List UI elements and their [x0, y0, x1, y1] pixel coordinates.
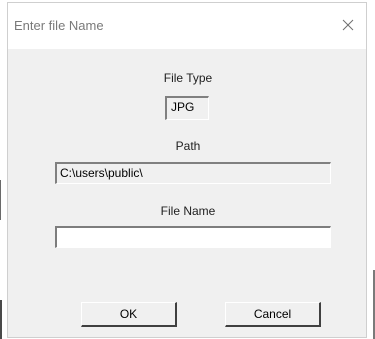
screen: Enter file Name File Type JPG Path C:\us… [0, 0, 375, 339]
file-type-label: File Type [163, 71, 213, 85]
ok-button[interactable]: OK [81, 302, 177, 327]
background-edge-left-lower [0, 300, 2, 339]
close-button[interactable] [334, 11, 362, 39]
path-label: Path [175, 139, 201, 153]
path-value: C:\users\public\ [55, 162, 331, 184]
file-name-input[interactable] [55, 226, 331, 248]
file-type-value: JPG [165, 96, 209, 120]
cancel-button[interactable]: Cancel [225, 302, 321, 327]
enter-file-name-dialog: Enter file Name File Type JPG Path C:\us… [7, 2, 367, 338]
dialog-title: Enter file Name [14, 18, 104, 33]
background-edge-left [0, 180, 1, 220]
close-icon [342, 19, 354, 31]
file-name-label: File Name [160, 204, 216, 218]
dialog-titlebar[interactable]: Enter file Name [8, 3, 366, 49]
